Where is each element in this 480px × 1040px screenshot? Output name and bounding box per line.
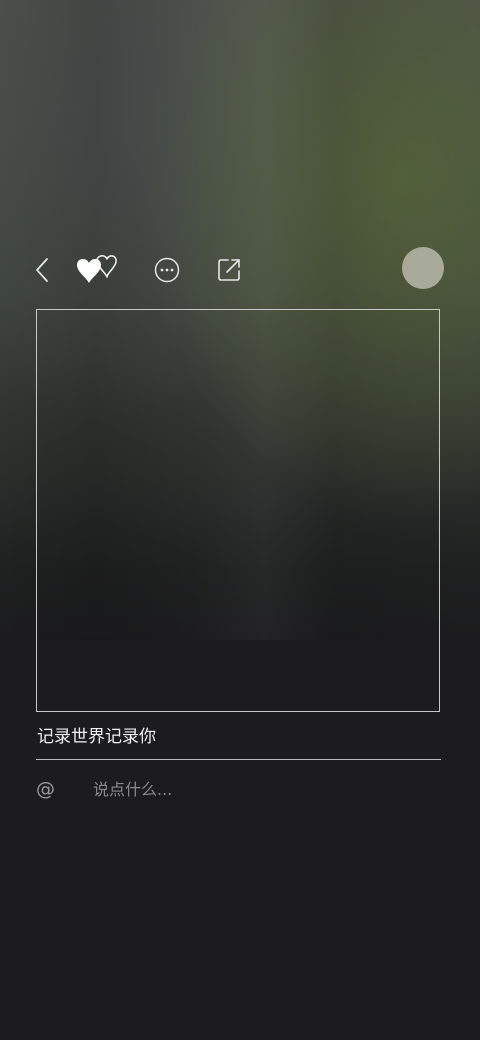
like-button[interactable] <box>72 252 120 288</box>
more-options-button[interactable] <box>150 252 184 288</box>
back-button[interactable] <box>28 252 56 288</box>
mention-button[interactable]: @ <box>36 777 55 801</box>
caption-divider <box>36 759 441 760</box>
share-button[interactable] <box>212 252 246 288</box>
post-caption: 记录世界记录你 <box>37 727 156 747</box>
post-toolbar <box>0 240 480 300</box>
avatar[interactable] <box>402 247 444 289</box>
chevron-left-icon <box>36 258 48 282</box>
share-icon <box>218 259 240 281</box>
comment-input[interactable] <box>93 776 433 802</box>
double-heart-icon <box>77 255 117 283</box>
post-media-frame[interactable] <box>36 309 440 712</box>
ellipsis-circle-icon <box>154 257 180 283</box>
